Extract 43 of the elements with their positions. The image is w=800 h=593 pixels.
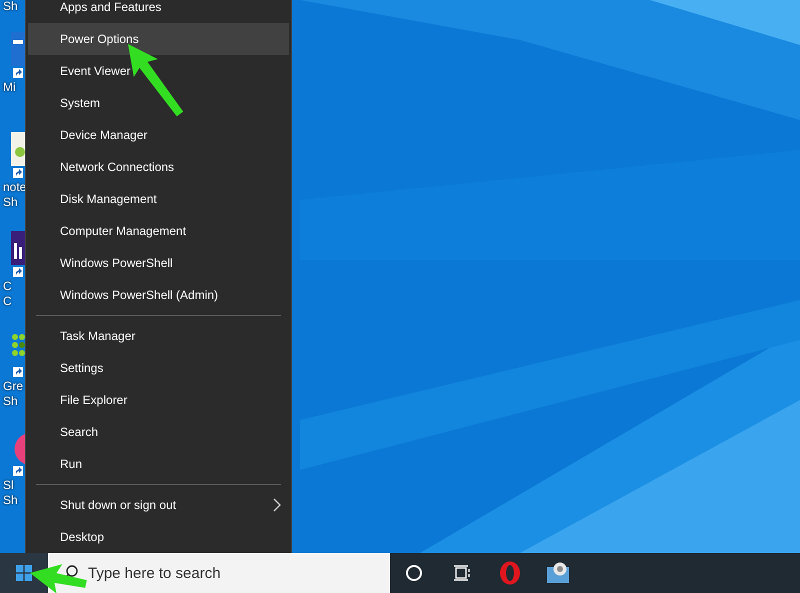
icon-label: Gre [2, 378, 24, 394]
menu-item[interactable]: Apps and Features [28, 0, 289, 23]
menu-item[interactable]: File Explorer [28, 384, 289, 416]
icon-label: C [2, 294, 12, 309]
shortcut-arrow-icon [13, 168, 23, 178]
pointer-arrow [30, 564, 87, 593]
start-button[interactable] [0, 553, 48, 593]
icon-label: Mi [2, 80, 16, 95]
menu-item[interactable]: System [28, 87, 289, 119]
icon-label: Sh [2, 394, 18, 408]
menu-item[interactable]: Power Options [28, 23, 289, 55]
icon-label: Sl [2, 478, 14, 493]
menu-item[interactable]: Network Connections [28, 151, 289, 183]
opera-icon[interactable] [499, 561, 521, 585]
icon-label: Sh [2, 0, 18, 14]
menu-item[interactable]: Desktop [28, 521, 289, 553]
menu-item[interactable]: Windows PowerShell (Admin) [28, 279, 289, 311]
search-field[interactable]: Type here to search [48, 553, 390, 593]
menu-item[interactable]: Event Viewer [28, 55, 289, 87]
icon-label: note [2, 180, 26, 194]
menu-item[interactable]: Device Manager [28, 119, 289, 151]
windows-logo-icon [16, 565, 32, 581]
menu-item[interactable]: Task Manager [28, 320, 289, 352]
icon-label: Sh [2, 493, 18, 508]
task-view-icon[interactable] [453, 564, 471, 582]
app-icon [11, 32, 25, 66]
app-icon [11, 231, 25, 265]
menu-item[interactable]: Windows PowerShell [28, 247, 289, 279]
menu-item[interactable]: Search [28, 416, 289, 448]
menu-item[interactable]: Disk Management [28, 183, 289, 215]
menu-item[interactable]: Run [28, 448, 289, 480]
shortcut-arrow-icon [13, 366, 23, 376]
shortcut-arrow-icon [13, 466, 23, 476]
camera-app-icon[interactable] [546, 562, 570, 584]
shortcut-arrow-icon [13, 68, 23, 78]
shortcut-arrow-icon [13, 267, 23, 277]
app-icon [11, 132, 25, 166]
icon-label: Sh [2, 194, 18, 210]
circle-icon[interactable] [405, 564, 423, 582]
menu-item[interactable]: Shut down or sign out [28, 489, 289, 521]
menu-item[interactable]: Computer Management [28, 215, 289, 247]
icon-label: C [2, 279, 12, 294]
menu-item[interactable]: Settings [28, 352, 289, 384]
